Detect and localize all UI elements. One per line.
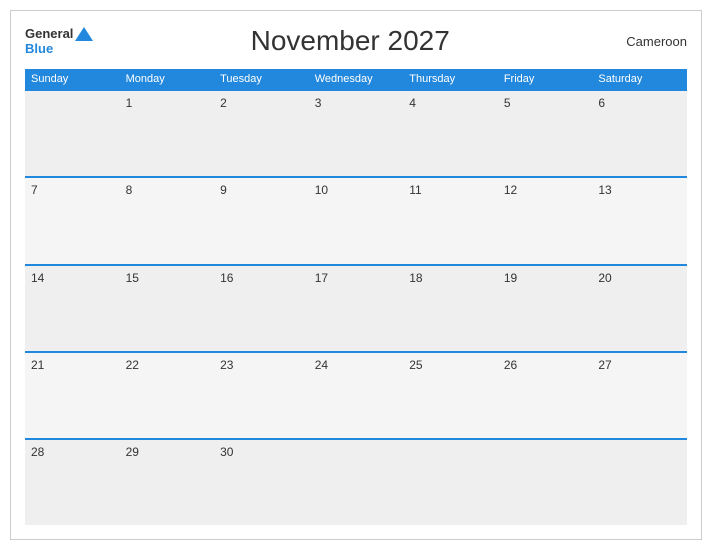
weekday-monday: Monday [120,69,215,90]
country-label: Cameroon [607,34,687,49]
weekday-sunday: Sunday [25,69,120,90]
calendar-day-cell: 14 [25,265,120,352]
calendar-day-cell: 13 [592,177,687,264]
calendar-day-cell: 15 [120,265,215,352]
calendar-day-cell: 12 [498,177,593,264]
calendar-day-cell: 27 [592,352,687,439]
calendar-day-cell: 17 [309,265,404,352]
calendar-day-cell: 6 [592,90,687,177]
calendar-day-cell: 7 [25,177,120,264]
logo-triangle-icon [75,27,93,41]
calendar-day-cell: 18 [403,265,498,352]
calendar-day-cell: 9 [214,177,309,264]
month-title: November 2027 [93,25,607,57]
calendar-header-row: Sunday Monday Tuesday Wednesday Thursday… [25,69,687,90]
calendar-day-cell: 4 [403,90,498,177]
calendar-day-cell: 11 [403,177,498,264]
calendar-day-cell [25,90,120,177]
calendar-day-cell: 10 [309,177,404,264]
calendar-day-cell: 2 [214,90,309,177]
calendar-body: 1234567891011121314151617181920212223242… [25,90,687,525]
calendar-day-cell: 30 [214,439,309,525]
calendar-day-cell: 20 [592,265,687,352]
calendar-week-row: 78910111213 [25,177,687,264]
calendar-week-row: 282930 [25,439,687,525]
calendar-day-cell: 3 [309,90,404,177]
calendar-day-cell: 21 [25,352,120,439]
calendar-day-cell: 23 [214,352,309,439]
calendar-day-cell: 19 [498,265,593,352]
calendar-day-cell: 16 [214,265,309,352]
calendar-day-cell: 28 [25,439,120,525]
weekday-tuesday: Tuesday [214,69,309,90]
calendar-day-cell [309,439,404,525]
weekday-saturday: Saturday [592,69,687,90]
logo-blue-text: Blue [25,41,53,56]
weekday-wednesday: Wednesday [309,69,404,90]
calendar-day-cell: 26 [498,352,593,439]
calendar-header: General Blue November 2027 Cameroon [25,21,687,61]
calendar-day-cell: 5 [498,90,593,177]
calendar-day-cell: 24 [309,352,404,439]
calendar-week-row: 21222324252627 [25,352,687,439]
logo-general-text: General [25,26,73,41]
calendar-day-cell [498,439,593,525]
calendar-day-cell: 1 [120,90,215,177]
calendar-day-cell: 25 [403,352,498,439]
calendar-day-cell [592,439,687,525]
weekday-friday: Friday [498,69,593,90]
calendar-day-cell: 22 [120,352,215,439]
calendar-week-row: 123456 [25,90,687,177]
logo: General Blue [25,26,93,56]
calendar-week-row: 14151617181920 [25,265,687,352]
weekday-thursday: Thursday [403,69,498,90]
calendar-day-cell: 8 [120,177,215,264]
calendar-container: General Blue November 2027 Cameroon Sund… [10,10,702,540]
calendar-day-cell [403,439,498,525]
calendar-day-cell: 29 [120,439,215,525]
calendar-table: Sunday Monday Tuesday Wednesday Thursday… [25,69,687,525]
